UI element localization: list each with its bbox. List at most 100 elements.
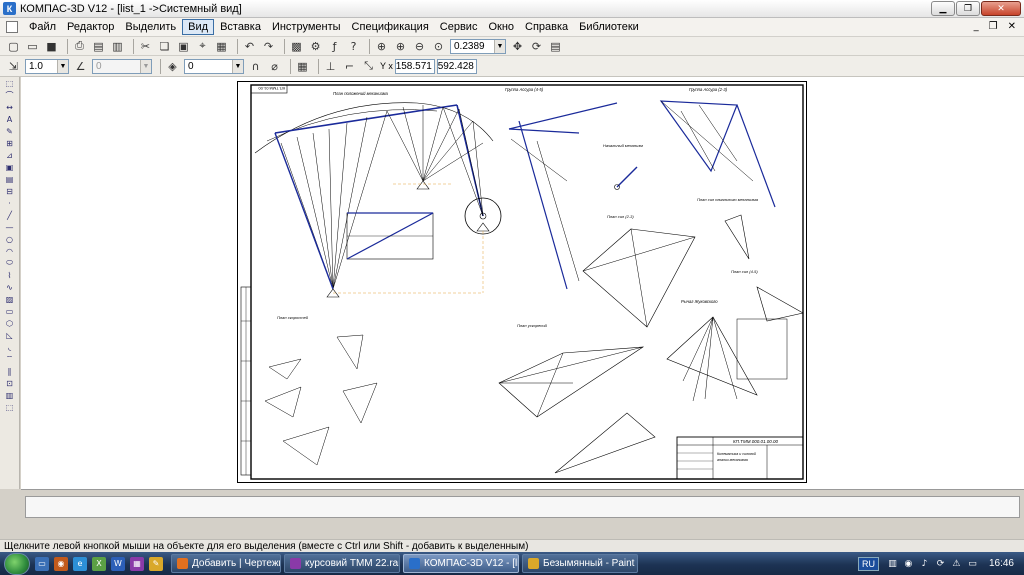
print-icon[interactable]: ⎙ [72,39,87,54]
contour-icon[interactable]: ⌔ [3,354,17,364]
angle-combo[interactable]: 0 ▼ [92,58,152,74]
warning-icon[interactable]: ⚠ [951,558,962,569]
layer-combo[interactable]: 0 ▼ [184,58,244,74]
menu-tools[interactable]: Инструменты [267,20,346,34]
task-button-firefox[interactable]: Добавить | Чертежи ... [171,554,281,573]
new-file-icon[interactable]: ▢ [6,39,21,54]
undo-icon[interactable]: ↶ [242,39,257,54]
maximize-button[interactable]: ❐ [956,1,980,16]
quicklaunch-desktop-icon[interactable]: ▭ [35,556,49,571]
menu-window[interactable]: Окно [483,20,519,34]
arc-icon[interactable]: ◠ [3,246,17,256]
cut-icon[interactable]: ✂ [138,39,153,54]
update-icon[interactable]: ⟳ [935,558,946,569]
layer-icon[interactable]: ◈ [165,59,180,74]
ortho-icon[interactable]: ⌐ [342,59,357,74]
help-pointer-icon[interactable]: ? [346,39,361,54]
chevron-down-icon[interactable]: ▼ [57,59,68,73]
copy-icon[interactable]: ❏ [157,39,172,54]
select-tool-icon[interactable]: ⬚ [3,78,17,88]
chamfer-icon[interactable]: ◺ [3,330,17,340]
chevron-down-icon[interactable]: ▼ [494,39,505,53]
geometry-icon[interactable]: ⌒ [3,90,17,100]
properties-icon[interactable]: ▦ [214,39,229,54]
grid-icon[interactable]: ▦ [295,59,310,74]
quicklaunch-excel-icon[interactable]: X [92,556,106,571]
step-icon[interactable]: ⇲ [6,59,21,74]
menu-view[interactable]: Вид [182,19,215,35]
step-combo[interactable]: 1.0 ▼ [25,58,69,74]
language-indicator[interactable]: RU [857,556,879,571]
menu-editor[interactable]: Редактор [62,20,119,34]
refresh-icon[interactable]: ⟳ [529,39,544,54]
ellipse-icon[interactable]: ⬭ [3,258,17,268]
aux-line-icon[interactable]: ╱ [3,210,17,220]
menu-specification[interactable]: Спецификация [347,20,434,34]
menu-select[interactable]: Выделить [120,20,181,34]
volume-icon[interactable]: ♪ [919,558,930,569]
menu-help[interactable]: Справка [520,20,573,34]
circle-icon[interactable]: ○ [3,234,17,244]
fillet-icon[interactable]: ◟ [3,342,17,352]
monitor-icon[interactable]: ▭ [967,558,978,569]
edit-icon[interactable]: ✎ [3,126,17,136]
select-icon[interactable]: ▣ [3,162,17,172]
spline-icon[interactable]: ∿ [3,282,17,292]
snap-magnet-icon[interactable]: ∩ [248,59,263,74]
menu-file[interactable]: Файл [24,20,61,34]
network-icon[interactable]: ▥ [887,558,898,569]
preview-icon[interactable]: ▤ [91,39,106,54]
notation-icon[interactable]: A [3,114,17,124]
angle-icon[interactable]: ∠ [73,59,88,74]
redo-icon[interactable]: ↷ [261,39,276,54]
menu-service[interactable]: Сервис [435,20,483,34]
task-button-winrar[interactable]: курсовий ТММ 22.rar ... [284,554,400,573]
quicklaunch-ie-icon[interactable]: e [73,556,87,571]
measure-icon[interactable]: ⊿ [3,150,17,160]
rectangle-icon[interactable]: ▭ [3,306,17,316]
local-cs-icon[interactable]: ⊥ [323,59,338,74]
open-file-icon[interactable]: ▭ [25,39,40,54]
close-button[interactable]: ✕ [981,1,1021,16]
save-icon[interactable]: ■ [44,39,59,54]
pan-icon[interactable]: ✥ [510,39,525,54]
equidistant-icon[interactable]: ∥ [3,366,17,376]
doc-minimize-icon[interactable]: _ [974,21,979,32]
reports-icon[interactable]: ⊟ [3,186,17,196]
fragment-icon[interactable]: ⊡ [3,378,17,388]
antivirus-icon[interactable]: ◉ [903,558,914,569]
dimensions-icon[interactable]: ↔ [3,102,17,112]
point-icon[interactable]: · [3,198,17,208]
manager-icon[interactable]: ▩ [289,39,304,54]
variables-icon[interactable]: ⚙ [308,39,323,54]
format-icon[interactable]: ⌖ [195,39,210,54]
doc-close-icon[interactable]: ✕ [1008,21,1016,32]
coord-x-field[interactable]: 158.571 [394,58,435,74]
menu-insert[interactable]: Вставка [215,20,266,34]
drawing-canvas[interactable]: КП.ТММ.01.00 План положений механизма Гр… [21,77,1024,489]
doc-restore-icon[interactable]: ❐ [989,21,998,32]
polygon-icon[interactable]: ⬡ [3,318,17,328]
document-icon[interactable]: ▥ [110,39,125,54]
round-icon[interactable]: ⤡ [361,59,376,74]
task-button-kompas[interactable]: КОМПАС-3D V12 - [lis... [403,554,519,573]
spec-icon[interactable]: ▤ [3,174,17,184]
menu-libraries[interactable]: Библиотеки [574,20,644,34]
library-icon[interactable]: ▥ [3,390,17,400]
chevron-down-icon[interactable]: ▼ [232,59,243,73]
properties-area[interactable] [25,496,1020,518]
coord-y-field[interactable]: 592.428 [436,58,477,74]
paste-icon[interactable]: ▣ [176,39,191,54]
chevron-down-icon[interactable]: ▼ [140,59,151,73]
zoom-out-icon[interactable]: ⊖ [412,39,427,54]
function-icon[interactable]: ƒ [327,39,342,54]
polyline-icon[interactable]: ⌇ [3,270,17,280]
zoom-scale-icon[interactable]: ⊙ [431,39,446,54]
task-button-paint[interactable]: Безымянный - Paint [522,554,638,573]
quicklaunch-word-icon[interactable]: W [111,556,125,571]
zoom-in-icon[interactable]: ⊕ [393,39,408,54]
parameterize-icon[interactable]: ⊞ [3,138,17,148]
layers-icon[interactable]: ▤ [548,39,563,54]
zoom-combo[interactable]: 0.2389 ▼ [450,38,506,54]
quicklaunch-paint-icon[interactable]: ✎ [149,556,163,571]
